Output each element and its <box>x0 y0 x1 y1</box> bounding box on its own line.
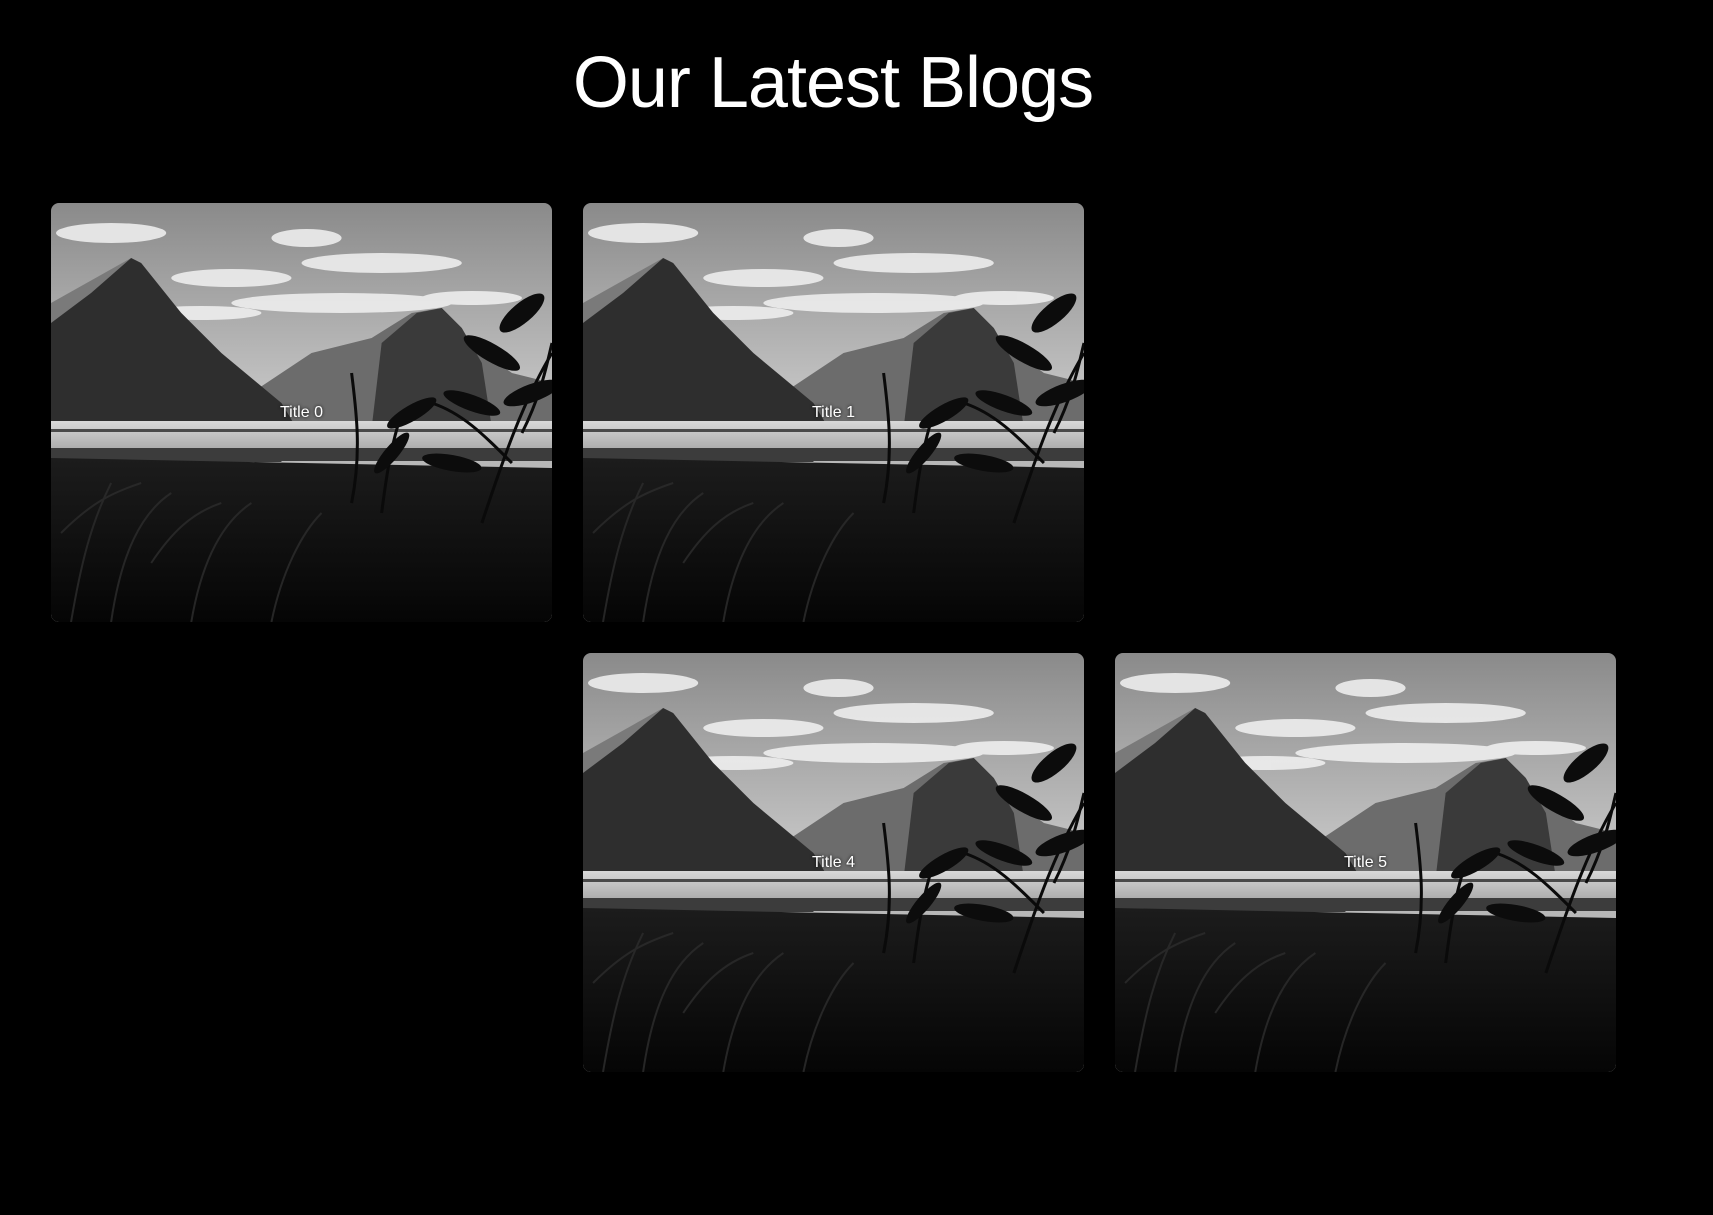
blog-card[interactable]: Title 1 <box>583 203 1084 622</box>
page-title: Our Latest Blogs <box>572 43 1094 123</box>
blog-page: Our Latest Blogs Title 0 Title 1 Title 4… <box>0 0 1713 1215</box>
blog-grid: Title 0 Title 1 Title 4 Title 5 <box>51 203 1617 1072</box>
blog-card[interactable]: Title 0 <box>51 203 552 622</box>
blog-card-title: Title 5 <box>1344 854 1387 871</box>
blog-card-title: Title 0 <box>280 404 323 421</box>
blog-card[interactable]: Title 5 <box>1115 653 1616 1072</box>
blog-card[interactable]: Title 4 <box>583 653 1084 1072</box>
blog-card-title: Title 4 <box>812 854 855 871</box>
blog-card-title: Title 1 <box>812 404 855 421</box>
